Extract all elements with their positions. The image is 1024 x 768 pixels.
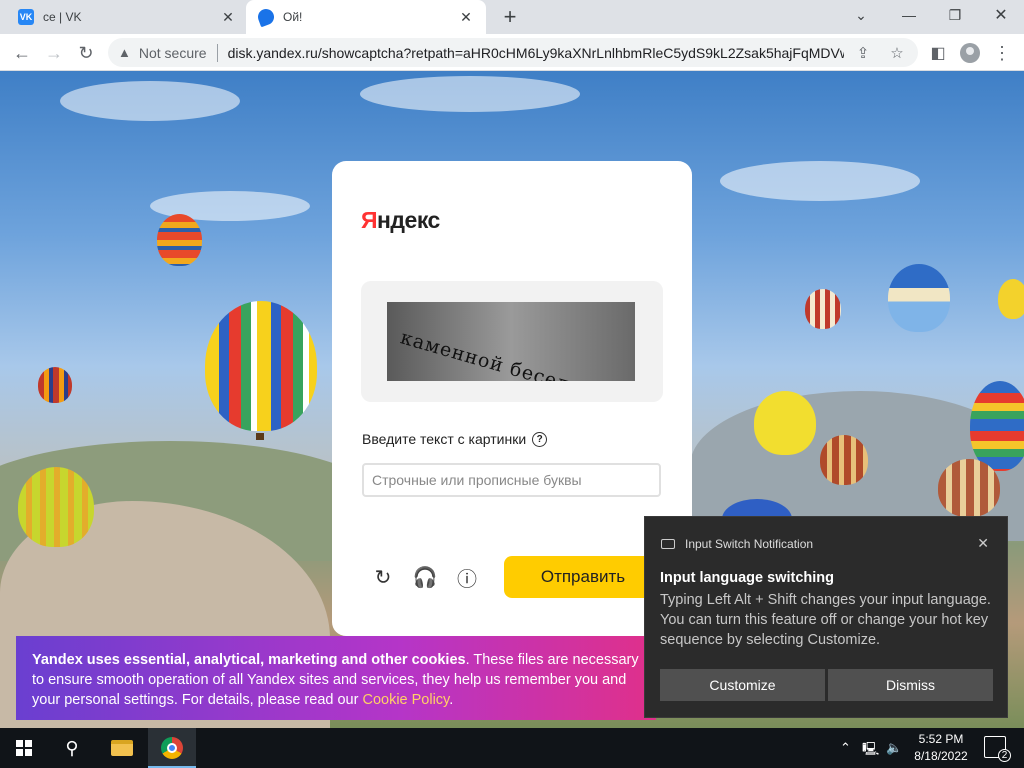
forward-button[interactable]: →: [40, 39, 68, 67]
new-tab-button[interactable]: +: [498, 4, 522, 29]
cookie-banner: Yandex uses essential, analytical, marke…: [16, 636, 656, 720]
address-bar[interactable]: ▲ Not secure disk.yandex.ru/showcaptcha?…: [108, 38, 918, 67]
notification-title: Input language switching: [660, 570, 834, 586]
notification-header-text: Input Switch Notification: [685, 537, 814, 551]
balloon: [38, 367, 72, 403]
balloon: [970, 381, 1024, 471]
chrome-icon: [161, 737, 183, 759]
cookie-end: .: [449, 692, 454, 708]
taskbar: ⚲ ⌃ 🖳 🔈 5:52 PM 8/18/2022 2: [0, 728, 1024, 768]
yandex-logo: Яндекс: [361, 207, 440, 233]
volume-icon[interactable]: 🔈: [886, 740, 902, 756]
clock[interactable]: 5:52 PM 8/18/2022: [906, 731, 976, 765]
close-icon[interactable]: ✕: [977, 535, 989, 552]
url-text[interactable]: disk.yandex.ru/showcaptcha?retpath=aHR0c…: [228, 45, 844, 61]
folder-icon: [111, 740, 133, 756]
balloon: [205, 301, 317, 431]
captcha-input[interactable]: [362, 463, 661, 497]
balloon: [805, 289, 841, 329]
security-label[interactable]: Not secure: [139, 45, 207, 61]
chrome-taskbar-button[interactable]: [148, 728, 196, 768]
network-icon[interactable]: 🖳: [862, 740, 879, 762]
refresh-icon[interactable]: ↻: [370, 564, 396, 590]
back-button[interactable]: ←: [8, 39, 36, 67]
captcha-label-text: Введите текст с картинки: [362, 431, 527, 447]
notification-body: Typing Left Alt + Shift changes your inp…: [660, 592, 991, 648]
browser-toolbar: ← → ↻ ▲ Not secure disk.yandex.ru/showca…: [0, 34, 1024, 71]
profile-button[interactable]: [958, 41, 982, 65]
captcha-image-container: каменной беседовали: [361, 281, 663, 402]
cloud: [720, 161, 920, 201]
dismiss-button[interactable]: Dismiss: [828, 669, 993, 701]
minimize-button[interactable]: —: [886, 0, 932, 30]
submit-button[interactable]: Отправить: [504, 556, 662, 598]
yandex-disk-icon: [255, 6, 277, 28]
side-panel-icon[interactable]: ◧: [926, 41, 950, 65]
search-icon[interactable]: ⚲: [48, 728, 96, 768]
headphones-icon[interactable]: 🎧: [412, 564, 438, 590]
balloon: [938, 459, 1000, 517]
tab-title: се | VK: [43, 10, 82, 24]
clock-time: 5:52 PM: [918, 732, 964, 746]
balloon: [157, 214, 202, 266]
balloon: [820, 435, 868, 485]
file-explorer-button[interactable]: [98, 728, 146, 768]
captcha-card: Яндекс каменной беседовали Введите текст…: [332, 161, 692, 636]
divider: [216, 43, 218, 62]
tab-vk[interactable]: VK се | VK ✕: [8, 0, 246, 34]
input-switch-notification: Input Switch Notification ✕ Input langua…: [644, 516, 1008, 718]
captcha-distorted-text: каменной беседовали: [397, 326, 633, 381]
windows-icon: [16, 740, 32, 756]
balloon: [998, 279, 1024, 319]
captcha-image: каменной беседовали: [387, 302, 635, 381]
balloon: [888, 264, 950, 332]
action-center-button[interactable]: 2: [984, 736, 1011, 762]
notification-header: Input Switch Notification: [661, 537, 813, 551]
notification-count-badge: 2: [998, 749, 1011, 762]
restore-button[interactable]: ❐: [932, 0, 978, 30]
menu-kebab-icon[interactable]: ⋮: [990, 41, 1014, 65]
tab-close-icon[interactable]: ✕: [458, 9, 474, 25]
keyboard-icon: [661, 539, 675, 549]
clock-date: 8/18/2022: [914, 749, 968, 763]
captcha-label: Введите текст с картинки ?: [362, 431, 548, 447]
balloon-basket: [256, 433, 264, 440]
bookmark-star-icon[interactable]: ☆: [886, 42, 908, 64]
info-icon[interactable]: ⓘ: [454, 564, 480, 591]
balloon: [754, 391, 816, 455]
start-button[interactable]: [0, 728, 48, 768]
customize-button[interactable]: Customize: [660, 669, 825, 701]
tab-search-button[interactable]: ⌄: [838, 0, 884, 30]
tab-yandex-disk[interactable]: Ой! ✕: [246, 0, 486, 34]
chevron-up-icon[interactable]: ⌃: [840, 740, 851, 756]
warning-icon[interactable]: ▲: [118, 45, 131, 60]
help-icon[interactable]: ?: [532, 431, 548, 447]
close-window-button[interactable]: ✕: [978, 0, 1024, 30]
reload-button[interactable]: ↻: [72, 39, 100, 67]
cookie-bold-text: Yandex uses essential, analytical, marke…: [32, 652, 466, 668]
tab-title: Ой!: [283, 10, 303, 24]
tab-close-icon[interactable]: ✕: [220, 9, 236, 25]
browser-tab-bar: VK се | VK ✕ Ой! ✕ + ⌄ — ❐ ✕: [0, 0, 1024, 34]
balloon: [18, 467, 94, 547]
vk-icon: VK: [18, 9, 34, 25]
avatar: [960, 43, 980, 63]
share-icon[interactable]: ⇪: [852, 42, 874, 64]
cookie-policy-link[interactable]: Cookie Policy: [362, 692, 449, 708]
cloud: [60, 81, 240, 121]
cloud: [360, 76, 580, 112]
